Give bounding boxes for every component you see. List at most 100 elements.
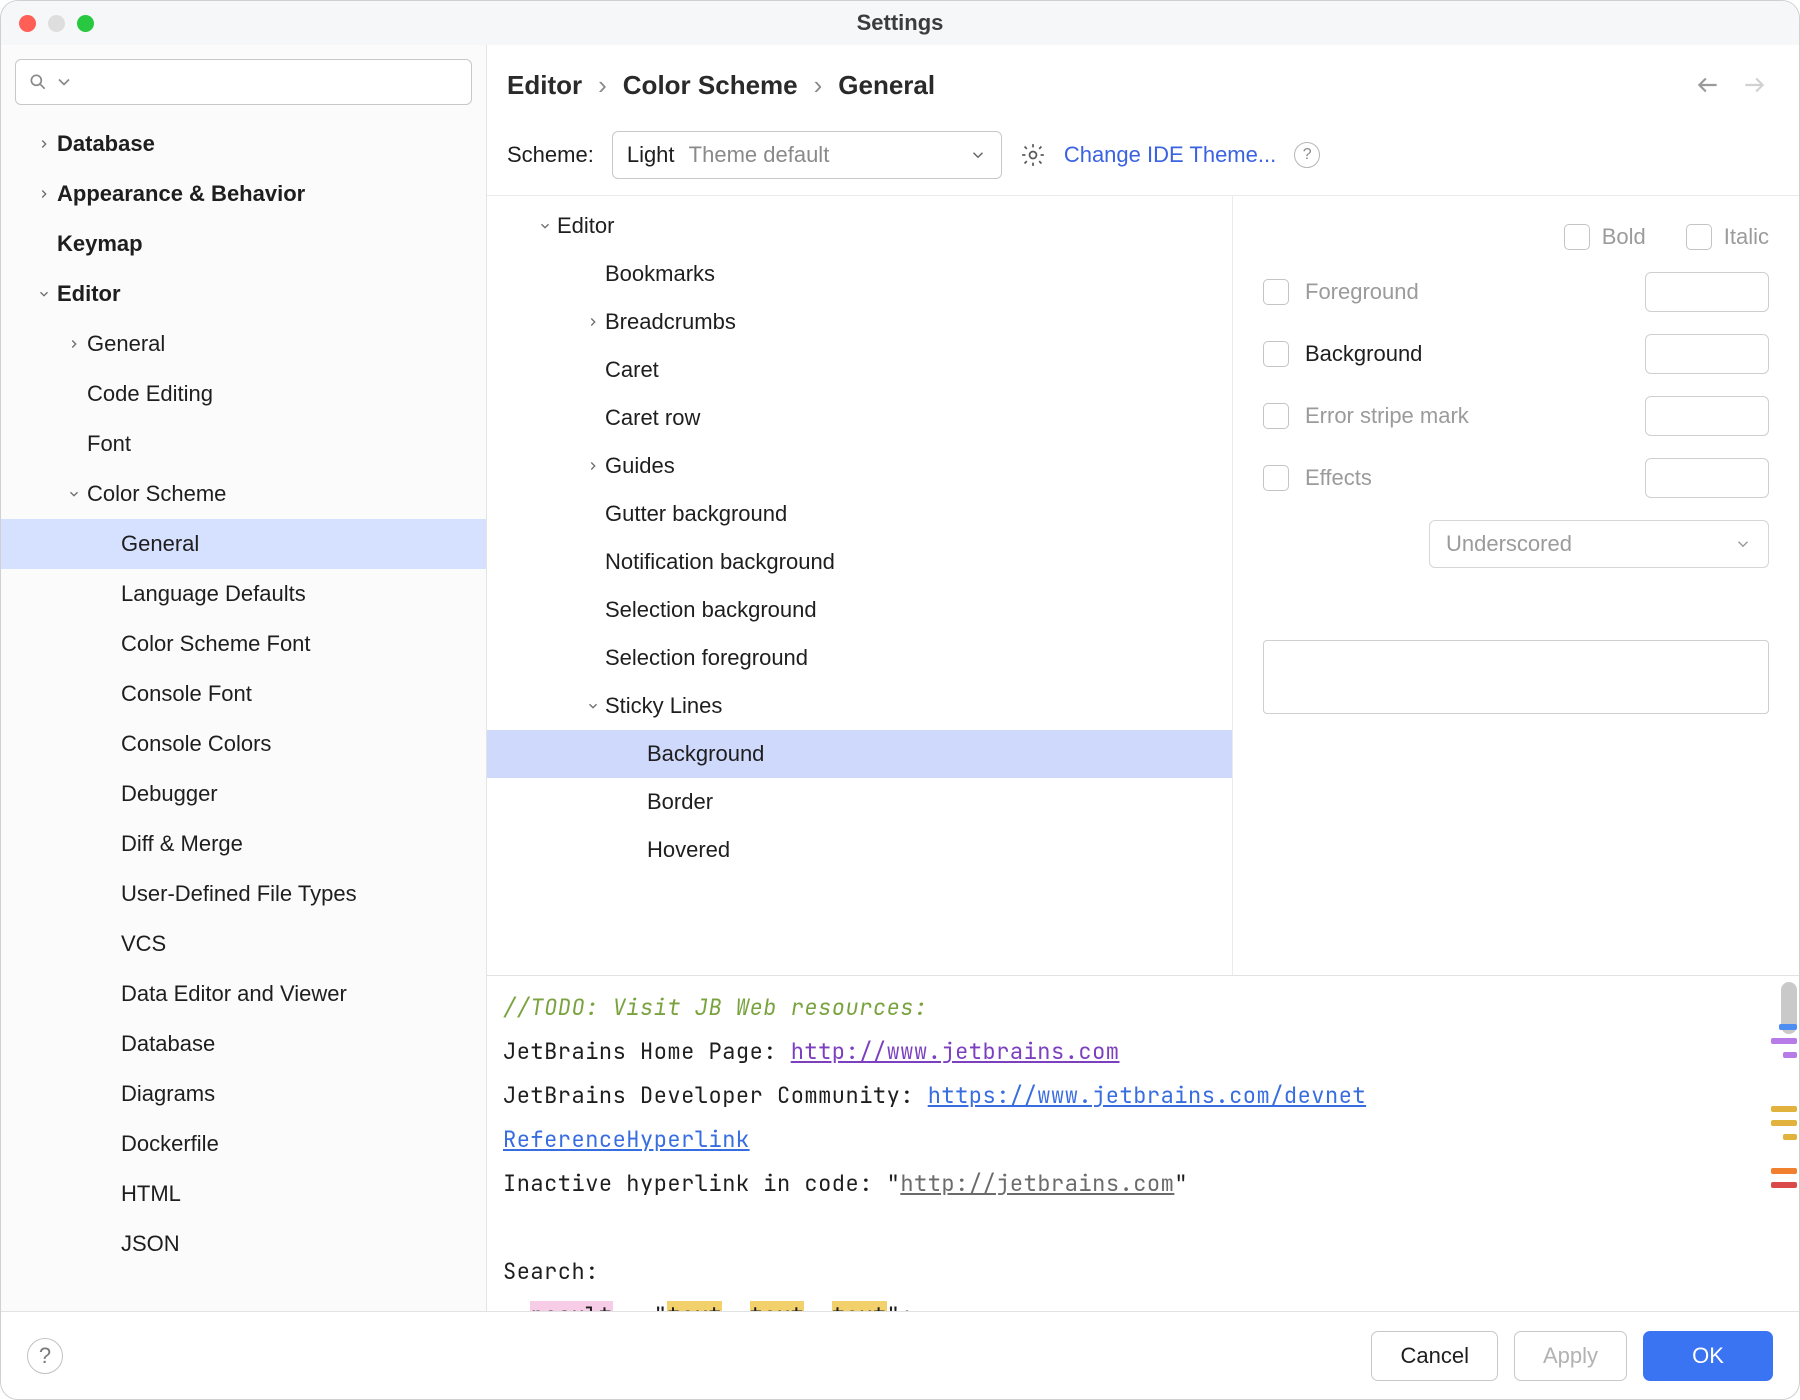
preview-link[interactable]: https://www.jetbrains.com/devnet (928, 1081, 1366, 1110)
error-stripe-swatch[interactable] (1645, 396, 1769, 436)
nav-item[interactable]: Color Scheme Font (1, 619, 486, 669)
bold-checkbox[interactable] (1564, 224, 1590, 250)
settings-content: Editor › Color Scheme › General Scheme: … (487, 45, 1799, 1311)
help-icon[interactable]: ? (1294, 142, 1320, 168)
nav-item[interactable]: General (1, 519, 486, 569)
background-checkbox[interactable] (1263, 341, 1289, 367)
nav-item[interactable]: General (1, 319, 486, 369)
cancel-button[interactable]: Cancel (1371, 1331, 1497, 1381)
chevron-down-icon (1734, 535, 1752, 553)
chevron-right-icon (31, 137, 57, 151)
nav-item-label: Keymap (57, 231, 143, 257)
scheme-tree-label: Selection foreground (605, 645, 808, 671)
ok-button[interactable]: OK (1643, 1331, 1773, 1381)
foreground-label: Foreground (1305, 279, 1419, 305)
scheme-tree-item[interactable]: Bookmarks (487, 250, 1232, 298)
nav-item[interactable]: Console Colors (1, 719, 486, 769)
scheme-tree-label: Background (647, 741, 764, 767)
scheme-tree-label: Bookmarks (605, 261, 715, 287)
breadcrumb: Editor › Color Scheme › General (495, 70, 1695, 101)
attribute-pane: Bold Italic Foreground Background Error … (1233, 196, 1799, 975)
breadcrumb-color-scheme[interactable]: Color Scheme (623, 70, 798, 101)
nav-item-label: General (87, 331, 165, 357)
settings-sidebar: Database Appearance & Behavior Keymap Edito… (1, 45, 487, 1311)
scheme-tree-item[interactable]: Hovered (487, 826, 1232, 874)
nav-item[interactable]: Dockerfile (1, 1119, 486, 1169)
breadcrumb-sep: › (814, 70, 823, 101)
apply-button[interactable]: Apply (1514, 1331, 1627, 1381)
nav-item[interactable]: JSON (1, 1219, 486, 1269)
foreground-checkbox[interactable] (1263, 279, 1289, 305)
scheme-tree-item[interactable]: Editor (487, 202, 1232, 250)
nav-item[interactable]: Appearance & Behavior (1, 169, 486, 219)
scheme-tree-item[interactable]: Sticky Lines (487, 682, 1232, 730)
scheme-tree-label: Gutter background (605, 501, 787, 527)
nav-item[interactable]: Diagrams (1, 1069, 486, 1119)
scheme-tree-item[interactable]: Gutter background (487, 490, 1232, 538)
scheme-tree-item[interactable]: Breadcrumbs (487, 298, 1232, 346)
gear-icon[interactable] (1020, 142, 1046, 168)
nav-item[interactable]: Debugger (1, 769, 486, 819)
breadcrumb-editor[interactable]: Editor (507, 70, 582, 101)
color-scheme-tree[interactable]: Editor Bookmarks BreadcrumbsCaretCaret row… (487, 196, 1233, 975)
scheme-tree-label: Editor (557, 213, 614, 239)
nav-item-label: Diff & Merge (121, 831, 243, 857)
settings-tree[interactable]: Database Appearance & Behavior Keymap Edito… (1, 115, 486, 1279)
nav-item[interactable]: Code Editing (1, 369, 486, 419)
chevron-right-icon (31, 187, 57, 201)
bold-label: Bold (1602, 224, 1646, 250)
chevron-right-icon (581, 315, 605, 329)
error-stripe-gutter (1769, 976, 1799, 1311)
background-swatch[interactable] (1645, 334, 1769, 374)
nav-forward-icon[interactable] (1741, 72, 1767, 98)
nav-item[interactable]: Database (1, 1019, 486, 1069)
scheme-label: Scheme: (507, 142, 594, 168)
nav-item[interactable]: Data Editor and Viewer (1, 969, 486, 1019)
effects-type-select[interactable]: Underscored (1429, 520, 1769, 568)
scheme-select[interactable]: Light Theme default (612, 131, 1002, 179)
nav-item[interactable]: Keymap (1, 219, 486, 269)
scheme-tree-item[interactable]: Caret (487, 346, 1232, 394)
scheme-tree-item[interactable]: Guides (487, 442, 1232, 490)
search-input[interactable] (15, 59, 472, 105)
nav-item[interactable]: Database (1, 119, 486, 169)
preview-link[interactable]: http://www.jetbrains.com (791, 1037, 1120, 1066)
nav-item-label: Color Scheme (87, 481, 226, 507)
error-stripe-checkbox[interactable] (1263, 403, 1289, 429)
scheme-tree-item[interactable]: Border (487, 778, 1232, 826)
nav-item-label: Code Editing (87, 381, 213, 407)
italic-checkbox[interactable] (1686, 224, 1712, 250)
nav-item-label: Language Defaults (121, 581, 306, 607)
nav-item[interactable]: Font (1, 419, 486, 469)
nav-item[interactable]: User-Defined File Types (1, 869, 486, 919)
preview-link[interactable]: ReferenceHyperlink (503, 1125, 750, 1154)
scheme-tree-item[interactable]: Background (487, 730, 1232, 778)
nav-item[interactable]: HTML (1, 1169, 486, 1219)
nav-item[interactable]: VCS (1, 919, 486, 969)
nav-item[interactable]: Editor (1, 269, 486, 319)
nav-item-label: Database (57, 131, 155, 157)
chevron-right-icon (581, 459, 605, 473)
scheme-tree-item[interactable]: Caret row (487, 394, 1232, 442)
nav-item[interactable]: Console Font (1, 669, 486, 719)
nav-item-label: VCS (121, 931, 166, 957)
nav-item-label: JSON (121, 1231, 180, 1257)
nav-back-icon[interactable] (1695, 72, 1721, 98)
effects-checkbox[interactable] (1263, 465, 1289, 491)
nav-item-label: Console Font (121, 681, 252, 707)
background-label: Background (1305, 341, 1422, 367)
preview-search-label: Search: (503, 1257, 599, 1286)
scheme-tree-item[interactable]: Selection foreground (487, 634, 1232, 682)
nav-item[interactable]: Color Scheme (1, 469, 486, 519)
help-button[interactable]: ? (27, 1338, 63, 1374)
scheme-tree-item[interactable]: Notification background (487, 538, 1232, 586)
change-theme-link[interactable]: Change IDE Theme... (1064, 142, 1276, 168)
nav-item[interactable]: Language Defaults (1, 569, 486, 619)
nav-item[interactable]: Diff & Merge (1, 819, 486, 869)
chevron-right-icon (61, 337, 87, 351)
scheme-tree-item[interactable]: Selection background (487, 586, 1232, 634)
titlebar: Settings (1, 1, 1799, 45)
foreground-swatch[interactable] (1645, 272, 1769, 312)
chevron-down-icon (581, 699, 605, 713)
effects-swatch[interactable] (1645, 458, 1769, 498)
